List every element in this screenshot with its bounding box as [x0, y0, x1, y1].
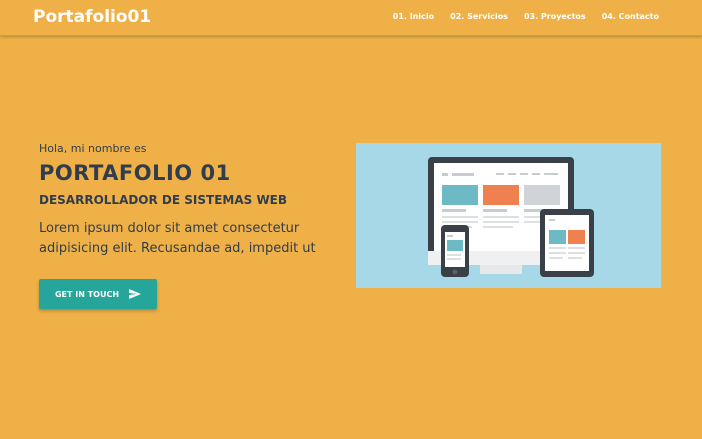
nav-link-inicio[interactable]: 01. Inicio [393, 12, 434, 21]
hero-text: Hola, mi nombre es PORTAFOLIO 01 DESARRO… [39, 142, 339, 259]
navbar: Portafolio01 01. Inicio 02. Servicios 03… [0, 0, 702, 36]
responsive-devices-illustration [356, 143, 661, 288]
devices-illustration-svg [428, 157, 594, 277]
get-in-touch-button[interactable]: GET IN TOUCH [39, 279, 157, 309]
cta-label: GET IN TOUCH [54, 289, 120, 299]
nav-link-proyectos[interactable]: 03. Proyectos [524, 12, 586, 21]
card-gray [524, 185, 560, 205]
brand-logo[interactable]: Portafolio01 [33, 7, 151, 27]
card-blue [442, 185, 478, 205]
nav-link-contacto[interactable]: 04. Contacto [602, 12, 659, 21]
hero-subtitle: DESARROLLADOR DE SISTEMAS WEB [39, 193, 288, 207]
send-icon [129, 289, 142, 299]
hero-description: Lorem ipsum dolor sit amet consectetur a… [39, 221, 316, 256]
hero-title: PORTAFOLIO 01 [39, 161, 231, 185]
nav-link-servicios[interactable]: 02. Servicios [450, 12, 508, 21]
nav-links: 01. Inicio 02. Servicios 03. Proyectos 0… [393, 12, 659, 21]
card-orange [483, 185, 519, 205]
hero-greeting: Hola, mi nombre es [39, 142, 147, 155]
monitor-stand [480, 265, 522, 274]
